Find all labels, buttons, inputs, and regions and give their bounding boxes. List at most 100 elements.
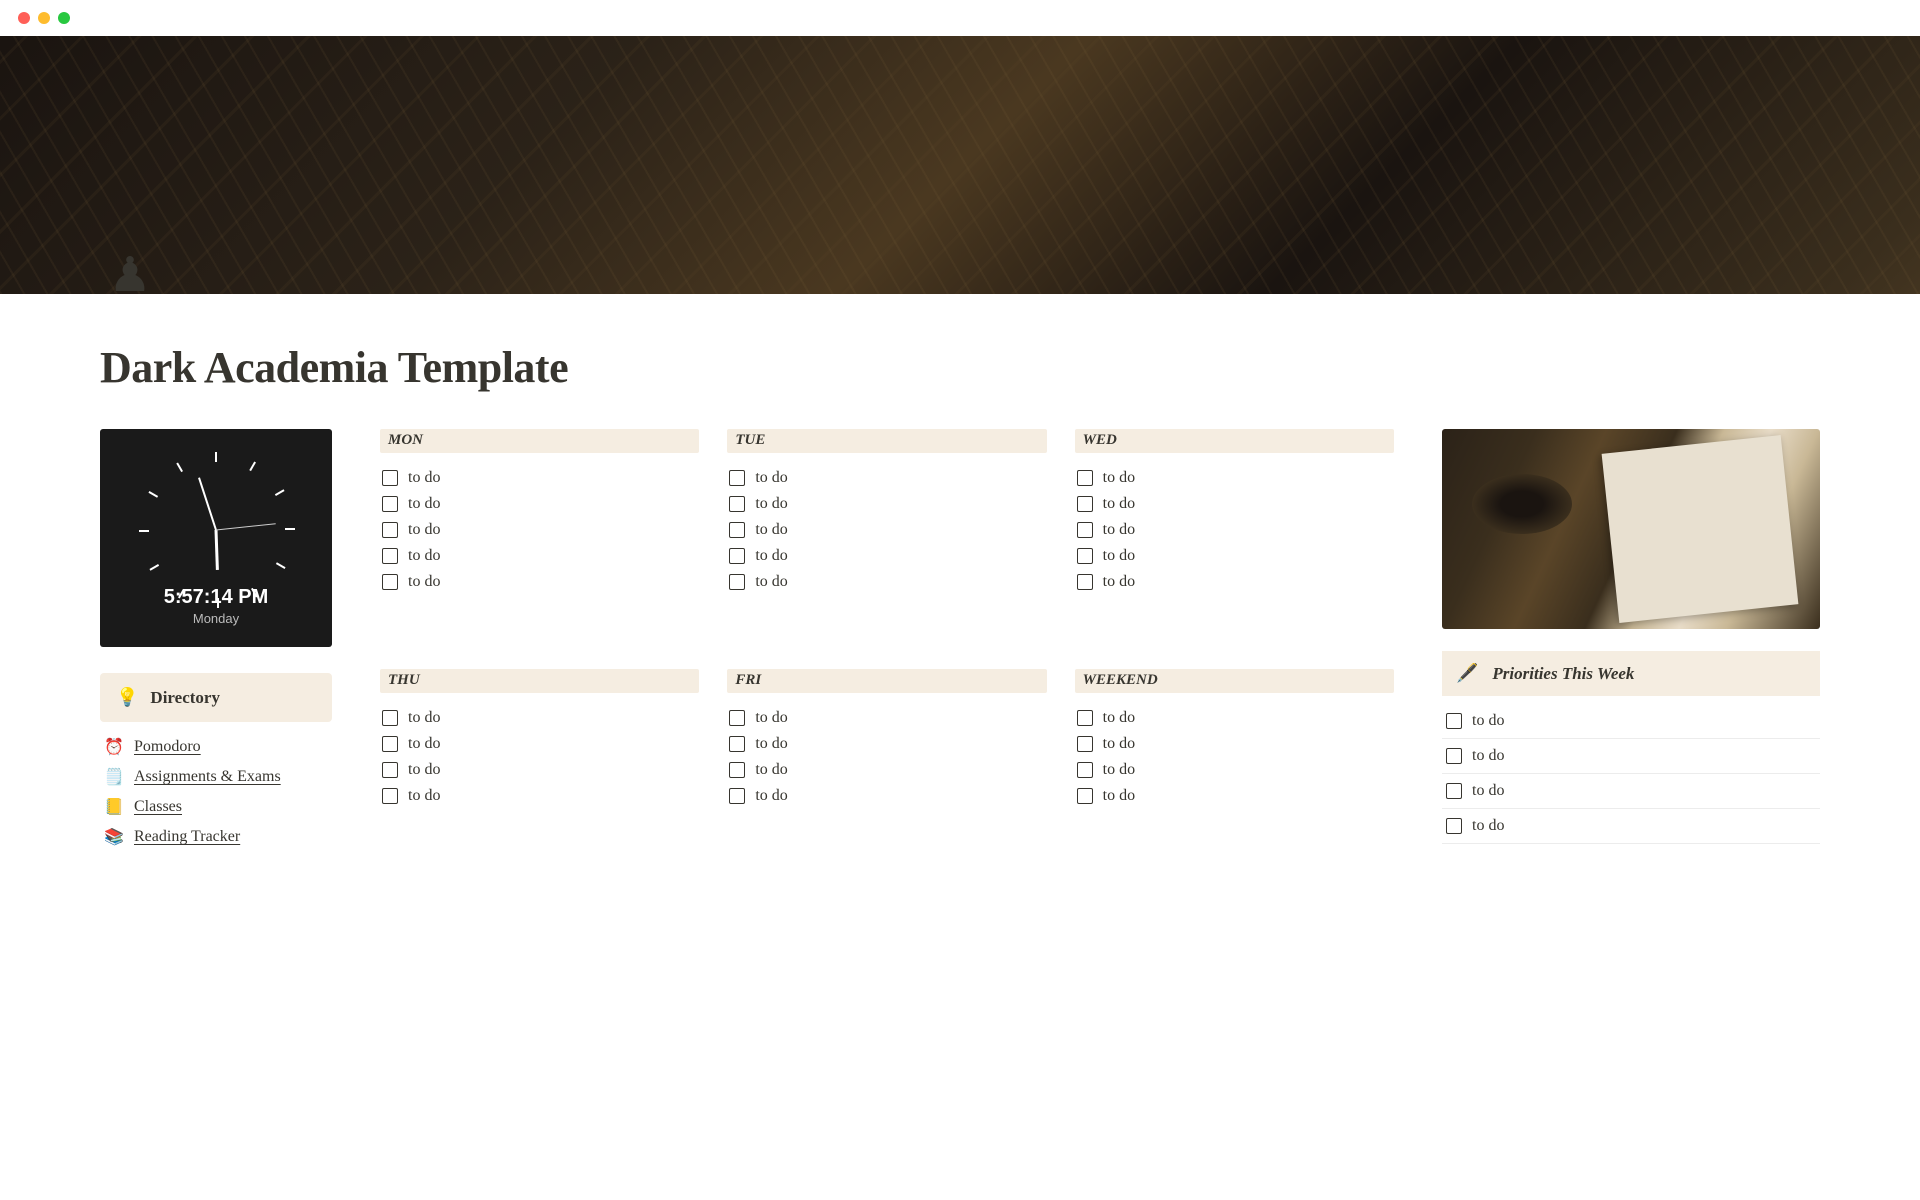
todo-item[interactable]: to do [380,491,699,517]
checkbox[interactable] [1446,748,1462,764]
todo-text[interactable]: to do [755,547,787,565]
todo-item[interactable]: to do [380,517,699,543]
checkbox[interactable] [1077,470,1093,486]
todo-item[interactable]: to do [1075,517,1394,543]
checkbox[interactable] [382,574,398,590]
todo-item[interactable]: to do [1075,783,1394,809]
todo-text[interactable]: to do [408,787,440,805]
todo-text[interactable]: to do [755,761,787,779]
checkbox[interactable] [729,710,745,726]
checkbox[interactable] [1446,783,1462,799]
todo-text[interactable]: to do [408,469,440,487]
todo-item[interactable]: to do [380,543,699,569]
todo-item[interactable]: to do [727,517,1046,543]
checkbox[interactable] [729,762,745,778]
todo-text[interactable]: to do [1103,547,1135,565]
checkbox[interactable] [729,522,745,538]
traffic-light-minimize[interactable] [38,12,50,24]
checkbox[interactable] [1077,548,1093,564]
todo-item[interactable]: to do [727,543,1046,569]
checkbox[interactable] [729,736,745,752]
todo-text[interactable]: to do [1103,495,1135,513]
todo-item[interactable]: to do [1075,491,1394,517]
todo-text[interactable]: to do [755,573,787,591]
todo-text[interactable]: to do [408,521,440,539]
priority-text[interactable]: to do [1472,782,1504,800]
priority-text[interactable]: to do [1472,817,1504,835]
todo-text[interactable]: to do [408,761,440,779]
todo-text[interactable]: to do [755,469,787,487]
page-title[interactable]: Dark Academia Template [100,342,1820,393]
checkbox[interactable] [382,762,398,778]
todo-text[interactable]: to do [1103,709,1135,727]
todo-item[interactable]: to do [380,731,699,757]
todo-item[interactable]: to do [1075,757,1394,783]
checkbox[interactable] [729,574,745,590]
priority-item[interactable]: to do [1442,739,1820,774]
checkbox[interactable] [382,788,398,804]
checkbox[interactable] [382,710,398,726]
checkbox[interactable] [1077,522,1093,538]
checkbox[interactable] [382,736,398,752]
todo-text[interactable]: to do [408,735,440,753]
checkbox[interactable] [1077,496,1093,512]
todo-item[interactable]: to do [1075,705,1394,731]
todo-text[interactable]: to do [1103,469,1135,487]
aesthetic-image[interactable] [1442,429,1820,629]
sidebar-item-reading-tracker[interactable]: 📚Reading Tracker [100,822,332,852]
todo-item[interactable]: to do [380,757,699,783]
todo-item[interactable]: to do [727,569,1046,595]
page-icon[interactable]: ♟ [100,252,160,312]
todo-item[interactable]: to do [380,569,699,595]
todo-item[interactable]: to do [727,783,1046,809]
sidebar-item-assignments-exams[interactable]: 🗒️Assignments & Exams [100,762,332,792]
todo-text[interactable]: to do [1103,735,1135,753]
todo-text[interactable]: to do [408,709,440,727]
todo-item[interactable]: to do [727,465,1046,491]
checkbox[interactable] [1077,788,1093,804]
todo-item[interactable]: to do [380,705,699,731]
checkbox[interactable] [382,496,398,512]
todo-text[interactable]: to do [1103,573,1135,591]
checkbox[interactable] [729,470,745,486]
todo-text[interactable]: to do [755,709,787,727]
todo-text[interactable]: to do [408,573,440,591]
todo-text[interactable]: to do [755,495,787,513]
cover-image[interactable] [0,36,1920,294]
checkbox[interactable] [382,548,398,564]
priority-text[interactable]: to do [1472,747,1504,765]
priority-item[interactable]: to do [1442,704,1820,739]
todo-text[interactable]: to do [755,521,787,539]
checkbox[interactable] [382,522,398,538]
todo-text[interactable]: to do [1103,521,1135,539]
todo-text[interactable]: to do [755,735,787,753]
checkbox[interactable] [1077,762,1093,778]
checkbox[interactable] [1077,574,1093,590]
checkbox[interactable] [1077,736,1093,752]
todo-text[interactable]: to do [1103,787,1135,805]
checkbox[interactable] [1446,713,1462,729]
todo-item[interactable]: to do [1075,465,1394,491]
todo-item[interactable]: to do [727,731,1046,757]
todo-item[interactable]: to do [727,757,1046,783]
checkbox[interactable] [729,496,745,512]
priority-item[interactable]: to do [1442,809,1820,844]
todo-text[interactable]: to do [408,547,440,565]
todo-text[interactable]: to do [755,787,787,805]
checkbox[interactable] [1446,818,1462,834]
checkbox[interactable] [729,788,745,804]
priority-text[interactable]: to do [1472,712,1504,730]
todo-item[interactable]: to do [1075,731,1394,757]
traffic-light-close[interactable] [18,12,30,24]
todo-item[interactable]: to do [380,465,699,491]
todo-item[interactable]: to do [727,705,1046,731]
todo-text[interactable]: to do [1103,761,1135,779]
checkbox[interactable] [1077,710,1093,726]
todo-item[interactable]: to do [1075,569,1394,595]
sidebar-item-pomodoro[interactable]: ⏰Pomodoro [100,732,332,762]
traffic-light-zoom[interactable] [58,12,70,24]
todo-item[interactable]: to do [727,491,1046,517]
priority-item[interactable]: to do [1442,774,1820,809]
checkbox[interactable] [729,548,745,564]
todo-item[interactable]: to do [1075,543,1394,569]
